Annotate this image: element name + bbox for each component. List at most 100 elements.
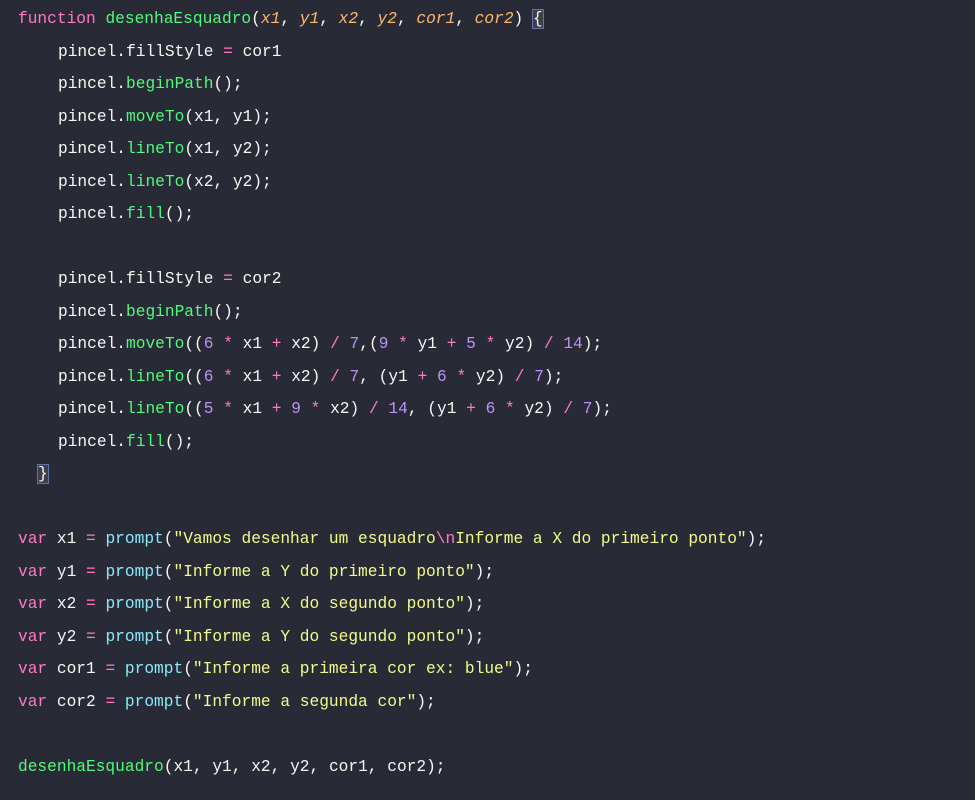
keyword-function: function (18, 10, 96, 28)
property: fillStyle (126, 43, 213, 61)
object: pincel (58, 75, 116, 93)
param: y2 (378, 10, 397, 28)
code-line[interactable]: pincel.lineTo(x1, y2); (0, 133, 975, 166)
param: x1 (261, 10, 280, 28)
code-line[interactable]: var cor2 = prompt("Informe a segunda cor… (0, 686, 975, 719)
paren-close: ) (514, 10, 524, 28)
builtin-prompt: prompt (105, 530, 163, 548)
number: 6 (437, 368, 447, 386)
number: 9 (379, 335, 389, 353)
code-line[interactable]: } (0, 458, 975, 491)
method: lineTo (126, 173, 184, 191)
code-line[interactable]: desenhaEsquadro(x1, y1, x2, y2, cor1, co… (0, 751, 975, 784)
builtin-prompt: prompt (105, 563, 163, 581)
string: Informe a X do primeiro ponto" (455, 530, 746, 548)
method: moveTo (126, 335, 184, 353)
blank-line[interactable] (0, 718, 975, 751)
variable: cor1 (243, 43, 282, 61)
variable: x1 (57, 530, 76, 548)
string: "Informe a Y do segundo ponto" (173, 628, 464, 646)
builtin-prompt: prompt (125, 660, 183, 678)
keyword-var: var (18, 595, 47, 613)
variable: cor2 (57, 693, 96, 711)
method: fill (126, 205, 165, 223)
object: pincel (58, 433, 116, 451)
string: "Informe a Y do primeiro ponto" (173, 563, 474, 581)
method: beginPath (126, 75, 213, 93)
brace-open: { (533, 10, 543, 28)
variable: x2 (57, 595, 76, 613)
method: lineTo (126, 400, 184, 418)
number: 6 (204, 368, 214, 386)
object: pincel (58, 140, 116, 158)
object: pincel (58, 108, 116, 126)
code-line[interactable]: var y1 = prompt("Informe a Y do primeiro… (0, 556, 975, 589)
code-line[interactable]: pincel.fillStyle = cor2 (0, 263, 975, 296)
keyword-var: var (18, 563, 47, 581)
code-line[interactable]: pincel.beginPath(); (0, 296, 975, 329)
number: 7 (350, 335, 360, 353)
number: 9 (291, 400, 301, 418)
number: 6 (204, 335, 214, 353)
string: "Vamos desenhar um esquadro (173, 530, 435, 548)
paren-open: ( (251, 10, 261, 28)
builtin-prompt: prompt (105, 595, 163, 613)
param: cor1 (416, 10, 455, 28)
variable: y2 (57, 628, 76, 646)
number: 7 (350, 368, 360, 386)
code-line[interactable]: pincel.moveTo(x1, y1); (0, 101, 975, 134)
builtin-prompt: prompt (105, 628, 163, 646)
function-call: desenhaEsquadro (18, 758, 164, 776)
code-line[interactable]: pincel.lineTo((5 * x1 + 9 * x2) / 14, (y… (0, 393, 975, 426)
blank-line[interactable] (0, 231, 975, 264)
code-line[interactable]: pincel.lineTo((6 * x1 + x2) / 7, (y1 + 6… (0, 361, 975, 394)
string: "Informe a segunda cor" (193, 693, 416, 711)
code-editor[interactable]: function desenhaEsquadro(x1, y1, x2, y2,… (0, 3, 975, 783)
escape: \n (436, 530, 455, 548)
function-name: desenhaEsquadro (105, 10, 251, 28)
property: fillStyle (126, 270, 213, 288)
object: pincel (58, 173, 116, 191)
code-line[interactable]: var cor1 = prompt("Informe a primeira co… (0, 653, 975, 686)
blank-line[interactable] (0, 491, 975, 524)
keyword-var: var (18, 530, 47, 548)
code-line[interactable]: var x1 = prompt("Vamos desenhar um esqua… (0, 523, 975, 556)
variable: cor2 (243, 270, 282, 288)
code-line[interactable]: pincel.fill(); (0, 198, 975, 231)
code-line[interactable]: var y2 = prompt("Informe a Y do segundo … (0, 621, 975, 654)
object: pincel (58, 43, 116, 61)
code-line[interactable]: function desenhaEsquadro(x1, y1, x2, y2,… (0, 3, 975, 36)
builtin-prompt: prompt (125, 693, 183, 711)
method: lineTo (126, 368, 184, 386)
string: "Informe a primeira cor ex: blue" (193, 660, 514, 678)
param: x2 (339, 10, 358, 28)
method: lineTo (126, 140, 184, 158)
brace-close: } (38, 465, 48, 483)
string: "Informe a X do segundo ponto" (173, 595, 464, 613)
keyword-var: var (18, 660, 47, 678)
object: pincel (58, 270, 116, 288)
object: pincel (58, 205, 116, 223)
method: beginPath (126, 303, 213, 321)
number: 5 (204, 400, 214, 418)
object: pincel (58, 400, 116, 418)
keyword-var: var (18, 693, 47, 711)
code-line[interactable]: pincel.moveTo((6 * x1 + x2) / 7,(9 * y1 … (0, 328, 975, 361)
method: fill (126, 433, 165, 451)
code-line[interactable]: var x2 = prompt("Informe a X do segundo … (0, 588, 975, 621)
keyword-var: var (18, 628, 47, 646)
number: 14 (388, 400, 407, 418)
number: 7 (583, 400, 593, 418)
number: 7 (534, 368, 544, 386)
variable: y1 (57, 563, 76, 581)
code-line[interactable]: pincel.lineTo(x2, y2); (0, 166, 975, 199)
object: pincel (58, 303, 116, 321)
number: 6 (486, 400, 496, 418)
method: moveTo (126, 108, 184, 126)
code-line[interactable]: pincel.fill(); (0, 426, 975, 459)
code-line[interactable]: pincel.fillStyle = cor1 (0, 36, 975, 69)
object: pincel (58, 368, 116, 386)
variable: cor1 (57, 660, 96, 678)
code-line[interactable]: pincel.beginPath(); (0, 68, 975, 101)
param: cor2 (475, 10, 514, 28)
